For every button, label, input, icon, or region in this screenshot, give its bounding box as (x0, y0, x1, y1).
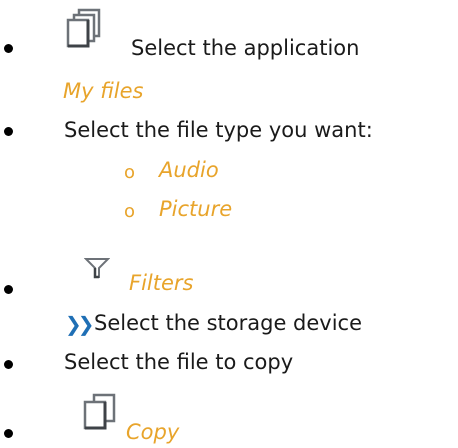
bullet (4, 127, 13, 136)
bullet (4, 285, 13, 294)
option-audio: Audio (159, 158, 219, 182)
bullet (4, 360, 13, 369)
copy-icon (83, 393, 116, 430)
filters-label: Filters (129, 271, 194, 295)
copy-label: Copy (126, 420, 180, 444)
stacked-documents-icon (66, 8, 101, 48)
option-marker: o (124, 162, 136, 183)
option-marker: o (124, 201, 136, 222)
filter-icon (84, 258, 110, 279)
option-picture: Picture (159, 197, 233, 221)
substep-storage-device: Select the storage device (94, 311, 363, 335)
step-2-text: Select the file type you want: (64, 118, 373, 142)
step-4-text: Select the file to copy (64, 350, 294, 374)
step-1-text: Select the application (131, 36, 360, 60)
bullet (4, 44, 13, 53)
bullet (4, 429, 13, 438)
substep-chevron-icon: ❯❯ (65, 312, 94, 336)
my-files-app-label: My files (63, 79, 144, 103)
